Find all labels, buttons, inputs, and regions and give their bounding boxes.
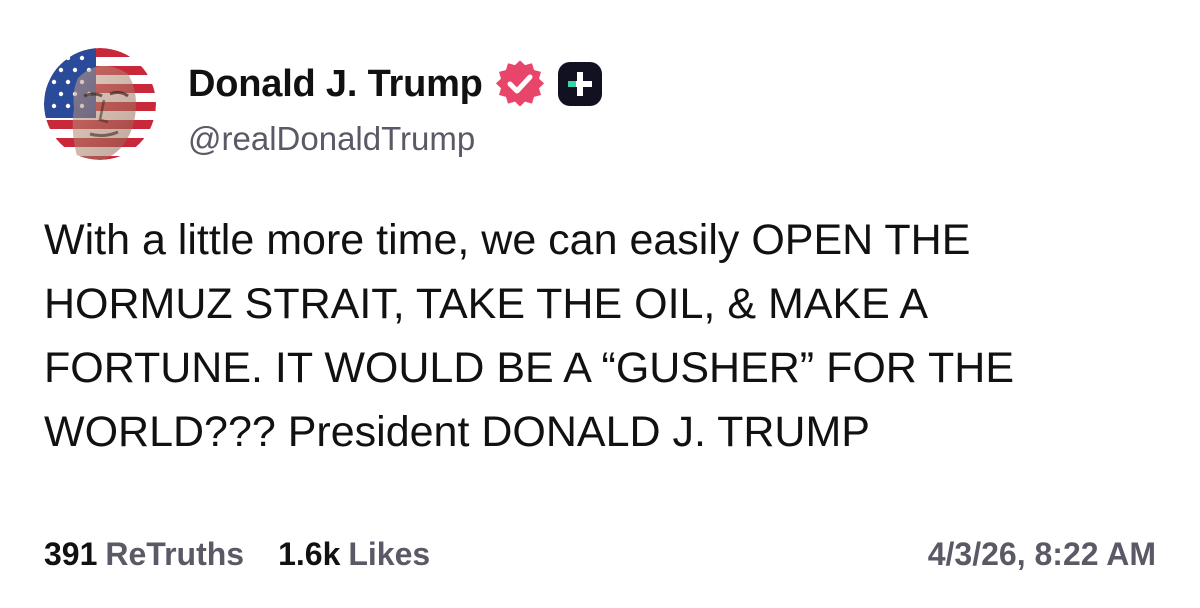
retruths-count: 391 [44, 535, 98, 572]
author-handle[interactable]: @realDonaldTrump [188, 118, 605, 160]
author-identity: Donald J. Trump @realDonaldTrump [188, 56, 605, 160]
post-timestamp[interactable]: 4/3/26, 8:22 AM [928, 536, 1156, 573]
likes-stat[interactable]: 1.6k Likes [278, 536, 430, 573]
post-footer: 391 ReTruths 1.6k Likes 4/3/26, 8:22 AM [44, 530, 1156, 578]
plus-badge-icon [557, 62, 602, 106]
author-avatar[interactable] [44, 48, 156, 160]
likes-label: Likes [348, 535, 431, 572]
post-body-text: With a little more time, we can easily O… [44, 216, 1014, 456]
author-name-row: Donald J. Trump [188, 56, 605, 112]
retruths-stat[interactable]: 391 ReTruths [44, 536, 244, 573]
author-display-name[interactable]: Donald J. Trump [188, 56, 483, 112]
retruths-label: ReTruths [105, 535, 245, 572]
avatar-flag-portrait-icon [44, 48, 156, 160]
likes-count: 1.6k [278, 535, 341, 572]
verified-badge-icon [495, 60, 544, 107]
truth-post: Donald J. Trump @realDonaldTrump With a … [0, 0, 1200, 608]
